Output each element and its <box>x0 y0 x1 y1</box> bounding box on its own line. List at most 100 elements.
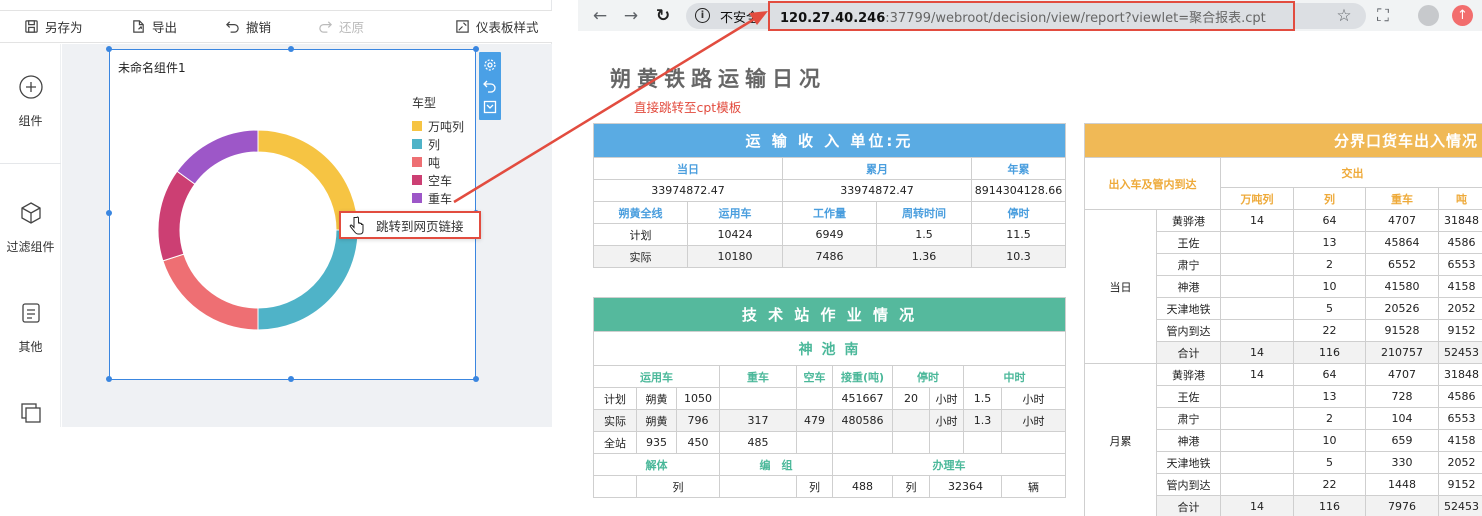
style-icon <box>456 20 469 33</box>
legend-item[interactable]: 吨 <box>412 153 464 171</box>
hand-cursor-icon <box>349 216 364 235</box>
info-icon[interactable]: i <box>695 8 710 23</box>
tech-header: 解体 <box>593 453 720 476</box>
export-button[interactable]: 导出 <box>131 11 177 42</box>
table-cell: 32364 <box>929 475 1002 498</box>
technical-station-table: 技 术 站 作 业 情 况 神 池 南 运用车 重车 空车 接重(吨) 停时 中时 计划朔… <box>592 297 1067 498</box>
sidebar-item-layers[interactable] <box>0 400 61 438</box>
table-cell: 6553 <box>1437 253 1482 276</box>
table-cell <box>929 431 964 454</box>
donut-slice-5[interactable] <box>176 129 259 185</box>
table-cell: 1.5 <box>876 223 972 246</box>
table-cell <box>1220 275 1294 298</box>
tech-header: 办理车 <box>831 453 1067 476</box>
update-icon[interactable]: ↑ <box>1452 5 1473 26</box>
table-cell: 52453 <box>1437 495 1482 516</box>
donut-slice-2[interactable] <box>257 229 358 331</box>
sidebar-divider <box>0 163 61 164</box>
tech-header: 编 组 <box>719 453 833 476</box>
table-cell: 451667 <box>832 387 893 410</box>
sidebar-label-components: 组件 <box>18 114 43 128</box>
table-cell: 485 <box>719 431 797 454</box>
expand-icon[interactable] <box>483 100 497 114</box>
table-cell: 14 <box>1220 363 1294 386</box>
forward-arrow-icon[interactable]: → <box>621 6 641 26</box>
table-row: 计划 朔黄 1050 451667 20 小时 1.5 小时 <box>593 387 1067 410</box>
table-cell: 659 <box>1365 429 1439 452</box>
avatar[interactable] <box>1418 5 1439 26</box>
table-cell <box>892 431 930 454</box>
table-cell: 全站 <box>593 431 637 454</box>
table-cell: 合计 <box>1156 341 1221 364</box>
income-value: 33974872.47 <box>782 179 972 202</box>
resize-handle[interactable] <box>288 376 294 382</box>
station-name: 神 池 南 <box>592 331 1067 366</box>
legend-swatch <box>412 121 422 131</box>
sidebar-item-components[interactable]: 组件 <box>0 74 61 129</box>
dashboard-style-label: 仪表板样式 <box>476 20 539 35</box>
add-circle-icon <box>18 75 43 99</box>
back-arrow-icon[interactable]: ← <box>590 6 610 26</box>
table-cell: 796 <box>676 409 720 432</box>
border-header: 吨 <box>1437 187 1482 210</box>
redo-label: 还原 <box>339 20 365 35</box>
table-cell <box>796 387 833 410</box>
legend-label: 列 <box>428 137 441 152</box>
table-cell: 10180 <box>687 245 783 268</box>
table-row: 实际 朔黄 796 317 479 480586 小时 1.3 小时 <box>593 409 1067 432</box>
table-cell: 实际 <box>593 245 688 268</box>
legend-swatch <box>412 175 422 185</box>
table-cell: 14 <box>1220 495 1294 516</box>
table-cell: 488 <box>832 475 893 498</box>
donut-slice-4[interactable] <box>158 170 196 262</box>
report-note: 直接跳转至cpt模板 <box>634 100 742 115</box>
table-cell: 1.5 <box>963 387 1002 410</box>
star-icon[interactable]: ☆ <box>1334 6 1354 26</box>
table-cell: 330 <box>1365 451 1439 474</box>
dashboard-style-button[interactable]: 仪表板样式 <box>455 11 539 42</box>
legend-item[interactable]: 空车 <box>412 171 464 189</box>
table-row: 计划 10424 6949 1.5 11.5 <box>593 223 1066 246</box>
url-highlight-box <box>768 1 1295 31</box>
table-cell: 1050 <box>676 387 720 410</box>
legend-item[interactable]: 万吨列 <box>412 117 464 135</box>
table-row: 列列 488 列 32364 辆 <box>593 475 1067 498</box>
reload-icon[interactable]: ↻ <box>653 6 673 26</box>
legend-item[interactable]: 重车 <box>412 189 464 207</box>
table-cell: 天津地铁 <box>1156 297 1221 320</box>
table-cell: 9152 <box>1437 319 1482 342</box>
table-cell: 计划 <box>593 387 637 410</box>
income-header: 朔黄全线 <box>593 201 688 224</box>
income-header: 工作量 <box>782 201 877 224</box>
table-cell: 45864 <box>1365 231 1439 254</box>
table-cell: 列 <box>892 475 930 498</box>
legend-item[interactable]: 列 <box>412 135 464 153</box>
table-cell: 朔黄 <box>636 387 677 410</box>
border-band: 分界口货车出入情况 <box>1083 123 1482 158</box>
donut-slice-3[interactable] <box>162 253 259 331</box>
income-header: 年累 <box>971 157 1066 180</box>
redo-button[interactable]: 还原 <box>318 11 364 42</box>
table-cell: 小时 <box>929 409 964 432</box>
tech-header: 运用车 <box>593 365 720 388</box>
income-header: 运用车 <box>687 201 783 224</box>
undo-button[interactable]: 撤销 <box>225 11 271 42</box>
table-cell: 小时 <box>929 387 964 410</box>
resize-handle[interactable] <box>106 46 112 52</box>
resize-handle[interactable] <box>106 210 112 216</box>
table-cell <box>1220 473 1294 496</box>
table-cell: 5 <box>1293 297 1366 320</box>
table-cell <box>1220 385 1294 408</box>
group-label: 当日 <box>1084 209 1157 364</box>
resize-handle[interactable] <box>473 376 479 382</box>
undo-icon[interactable] <box>483 79 497 93</box>
save-as-button[interactable]: 另存为 <box>24 11 83 42</box>
screenshot-icon[interactable]: ⛶ <box>1373 6 1393 26</box>
income-header: 当日 <box>593 157 783 180</box>
resize-handle[interactable] <box>473 46 479 52</box>
gear-icon[interactable] <box>483 58 497 72</box>
resize-handle[interactable] <box>106 376 112 382</box>
sidebar-item-other[interactable]: 其他 <box>0 300 61 355</box>
resize-handle[interactable] <box>288 46 294 52</box>
sidebar-item-filter[interactable]: 过滤组件 <box>0 200 61 255</box>
